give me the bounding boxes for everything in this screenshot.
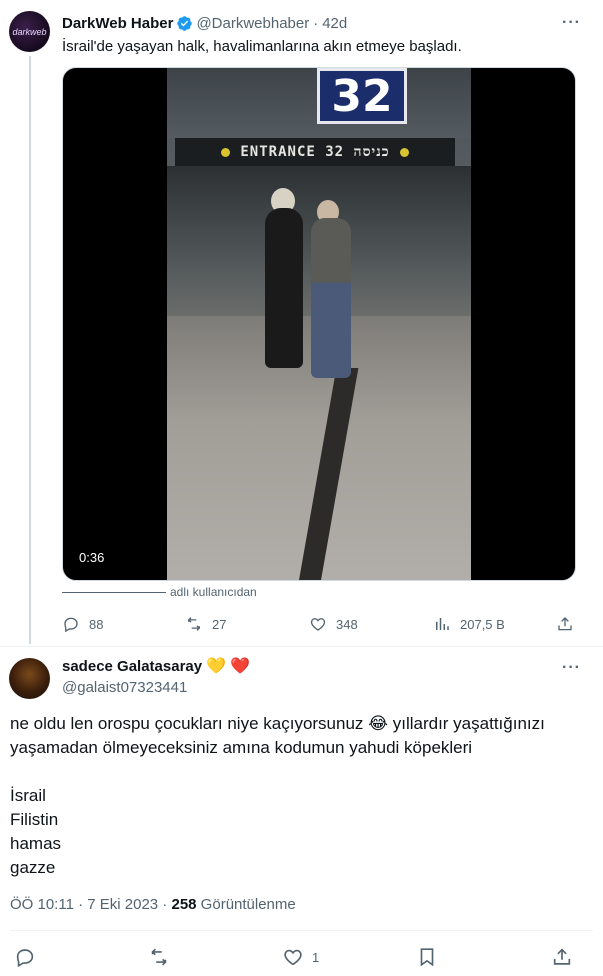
tweet-line: hamas xyxy=(10,834,62,853)
like-button[interactable]: 348 xyxy=(309,612,358,636)
retweet-icon xyxy=(188,617,200,631)
tweet-actions: 88 27 348 207,5 B xyxy=(62,612,582,636)
verified-badge-icon xyxy=(177,15,193,31)
avatar-logo-text: darkweb xyxy=(12,26,47,37)
reply-icon xyxy=(16,949,34,968)
author-name[interactable]: DarkWeb Haber xyxy=(62,15,173,32)
attribution-line xyxy=(62,591,166,593)
more-icon[interactable]: ··· xyxy=(562,14,581,32)
tweet-line-blank xyxy=(10,760,580,784)
reply-icon xyxy=(64,617,78,633)
share-icon xyxy=(553,948,571,965)
author-name[interactable]: sadece Galatasaray 💛 ❤️ xyxy=(62,658,250,675)
views-count: 207,5 B xyxy=(460,616,505,632)
sign-dot xyxy=(221,147,231,157)
sign-dot xyxy=(399,147,409,157)
author-name-text: sadece Galatasaray xyxy=(62,658,203,675)
yellow-heart-emoji: 💛 xyxy=(206,657,227,675)
tweet-line: Filistin xyxy=(10,810,59,829)
retweet-count: 27 xyxy=(212,616,227,632)
tweet-line: İsrail xyxy=(10,786,46,805)
bookmark-button[interactable] xyxy=(416,944,438,970)
video-thumbnail: 32 ENTRANCE 32 כניסה xyxy=(167,68,471,580)
view-label: Görüntülenme xyxy=(196,896,296,913)
video-player[interactable]: 32 ENTRANCE 32 כניסה 0:36 xyxy=(62,67,576,581)
like-button[interactable]: 1 xyxy=(282,944,319,970)
video-attribution[interactable]: adlı kullanıcıdan xyxy=(62,585,257,599)
divider xyxy=(0,646,603,647)
views-button[interactable]: 207,5 B xyxy=(433,612,505,636)
like-count: 1 xyxy=(312,949,320,965)
retweet-icon xyxy=(151,948,167,966)
tweet-header: DarkWeb Haber @Darkwebhaber · 42d xyxy=(62,13,347,33)
like-count: 348 xyxy=(336,616,358,632)
video-duration: 0:36 xyxy=(79,550,105,565)
author-handle[interactable]: @galaist07323441 xyxy=(62,679,187,696)
views-icon xyxy=(436,618,449,630)
avatar[interactable]: darkweb xyxy=(9,11,50,52)
tweet-metadata: ÖÖ 10:11 · 7 Eki 2023 · 258 Görüntülenme xyxy=(10,896,296,913)
video-scene-person xyxy=(265,208,303,368)
like-icon xyxy=(284,949,302,966)
tweet-line: ne oldu len orospu çocukları niye kaçıyo… xyxy=(10,714,545,733)
tweet-actions: 1 xyxy=(0,944,603,970)
retweet-button[interactable] xyxy=(148,944,170,970)
share-button[interactable] xyxy=(551,944,573,970)
entrance-sign-text: ENTRANCE 32 כניסה xyxy=(240,143,390,160)
reply-count: 88 xyxy=(89,616,104,632)
divider xyxy=(10,930,593,931)
reply-button[interactable]: 88 xyxy=(62,612,103,636)
avatar[interactable] xyxy=(9,658,50,699)
video-scene-entrance-sign: ENTRANCE 32 כניסה xyxy=(175,138,455,166)
author-handle[interactable]: @Darkwebhaber xyxy=(196,15,309,32)
reply-button[interactable] xyxy=(14,944,36,970)
tweet-date[interactable]: ÖÖ 10:11 · 7 Eki 2023 · xyxy=(10,896,171,913)
tweet-text: İsrail'de yaşayan halk, havalimanlarına … xyxy=(62,38,462,55)
tweet-timestamp[interactable]: 42d xyxy=(322,15,347,32)
share-button[interactable] xyxy=(556,612,583,636)
share-icon xyxy=(558,617,572,631)
retweet-button[interactable]: 27 xyxy=(185,612,226,636)
more-icon[interactable]: ··· xyxy=(562,659,581,677)
tweet-line: gazze xyxy=(10,858,56,877)
tweet-text: ne oldu len orospu çocukları niye kaçıyo… xyxy=(10,712,580,880)
thread-connector-line xyxy=(29,56,31,644)
red-heart-emoji: ❤️ xyxy=(230,657,250,675)
video-scene-person xyxy=(311,218,351,378)
bookmark-icon xyxy=(420,948,434,967)
view-count: 258 xyxy=(171,896,197,913)
video-scene-sign: 32 xyxy=(317,68,407,124)
attribution-text: adlı kullanıcıdan xyxy=(170,585,257,599)
separator-dot: · xyxy=(313,14,319,32)
parent-tweet[interactable]: darkweb DarkWeb Haber @Darkwebhaber · 42… xyxy=(0,0,603,646)
tweet-line: yaşamadan ölmeyeceksiniz amına kodumun y… xyxy=(10,738,473,757)
like-icon xyxy=(310,618,326,631)
